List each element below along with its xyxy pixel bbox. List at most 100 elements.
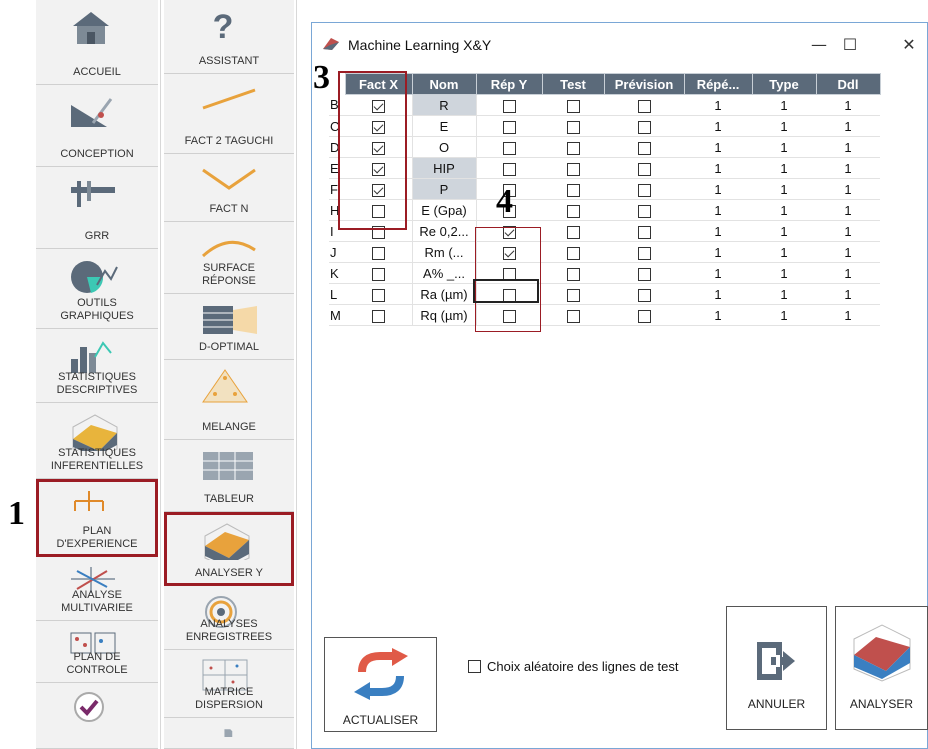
test-checkbox[interactable] [566,204,580,218]
repetition-cell[interactable]: 1 [684,178,752,200]
test-checkbox[interactable] [566,99,580,113]
rep-y-cell[interactable] [476,136,542,158]
column-header-test[interactable]: Test [541,73,605,95]
rep-y-checkbox[interactable] [502,162,516,176]
test-checkbox[interactable] [566,183,580,197]
prevision-cell[interactable] [604,241,684,263]
test-checkbox[interactable] [566,141,580,155]
rep-y-checkbox[interactable] [502,141,516,155]
fact-x-checkbox[interactable] [371,99,385,113]
actualiser-button[interactable]: ACTUALISER [324,637,437,732]
test-cell[interactable] [542,283,604,305]
fact-x-checkbox[interactable] [371,120,385,134]
nom-cell[interactable]: Rm (... [411,241,477,263]
rep-y-checkbox[interactable] [502,267,516,281]
prevision-cell[interactable] [604,115,684,137]
close-button[interactable]: ✕ [894,33,924,57]
ribbon-right-fact-n[interactable]: FACT N [164,154,294,222]
minimize-button[interactable]: — [804,33,834,57]
nom-cell[interactable]: P [411,178,477,200]
fact-x-cell[interactable] [345,136,412,158]
test-cell[interactable] [542,178,604,200]
fact-x-checkbox[interactable] [371,246,385,260]
nom-cell[interactable]: R [411,94,477,116]
test-cell[interactable] [542,199,604,221]
fact-x-checkbox[interactable] [371,288,385,302]
ddl-cell[interactable]: 1 [816,241,880,263]
rep-y-cell[interactable] [476,241,542,263]
ribbon-right-analyses-enregistrees[interactable]: ANALYSES ENREGISTREES [164,586,294,650]
prevision-cell[interactable] [604,220,684,242]
fact-x-cell[interactable] [345,115,412,137]
nom-cell[interactable]: A% _... [411,262,477,284]
test-cell[interactable] [542,220,604,242]
ribbon-right-d-optimal[interactable]: D-OPTIMAL [164,294,294,360]
column-header-fact-x[interactable]: Fact X [344,73,413,95]
type-cell[interactable]: 1 [752,94,816,116]
ribbon-left-conception[interactable]: CONCEPTION [36,85,158,167]
prevision-checkbox[interactable] [637,288,651,302]
test-checkbox[interactable] [566,120,580,134]
column-header-nom[interactable]: Nom [411,73,477,95]
ddl-cell[interactable]: 1 [816,199,880,221]
prevision-checkbox[interactable] [637,99,651,113]
ribbon-left-outils-graphiques[interactable]: OUTILS GRAPHIQUES [36,249,158,329]
ribbon-right-document-icon[interactable] [164,718,294,749]
fact-x-checkbox[interactable] [371,204,385,218]
fact-x-cell[interactable] [345,262,412,284]
column-header-rép-y[interactable]: Rép Y [475,73,543,95]
fact-x-cell[interactable] [345,220,412,242]
nom-cell[interactable]: HIP [411,157,477,179]
test-cell[interactable] [542,304,604,326]
prevision-cell[interactable] [604,157,684,179]
prevision-cell[interactable] [604,136,684,158]
ddl-cell[interactable]: 1 [816,304,880,326]
prevision-checkbox[interactable] [637,162,651,176]
repetition-cell[interactable]: 1 [684,94,752,116]
nom-cell[interactable]: Rq (µm) [411,304,477,326]
fact-x-checkbox[interactable] [371,267,385,281]
ddl-cell[interactable]: 1 [816,115,880,137]
ddl-cell[interactable]: 1 [816,94,880,116]
type-cell[interactable]: 1 [752,304,816,326]
test-cell[interactable] [542,94,604,116]
type-cell[interactable]: 1 [752,157,816,179]
fact-x-cell[interactable] [345,304,412,326]
ribbon-left-check-circle-icon[interactable] [36,683,158,749]
column-header-répé[interactable]: Répé... [683,73,753,95]
prevision-cell[interactable] [604,262,684,284]
ddl-cell[interactable]: 1 [816,178,880,200]
fact-x-cell[interactable] [345,283,412,305]
ddl-cell[interactable]: 1 [816,220,880,242]
prevision-cell[interactable] [604,94,684,116]
prevision-checkbox[interactable] [637,246,651,260]
analyser-button[interactable]: ANALYSER [835,606,928,730]
ribbon-right-assistant[interactable]: ? ASSISTANT [164,0,294,74]
ddl-cell[interactable]: 1 [816,262,880,284]
repetition-cell[interactable]: 1 [684,283,752,305]
ddl-cell[interactable]: 1 [816,283,880,305]
type-cell[interactable]: 1 [752,136,816,158]
prevision-checkbox[interactable] [637,225,651,239]
nom-cell[interactable]: E (Gpa) [411,199,477,221]
rep-y-checkbox[interactable] [502,225,516,239]
nom-cell[interactable]: Re 0,2... [411,220,477,242]
ribbon-right-matrice-dispersion[interactable]: MATRICE DISPERSION [164,650,294,718]
fact-x-cell[interactable] [345,94,412,116]
nom-cell[interactable]: Ra (µm) [411,283,477,305]
ribbon-right-surface-r-ponse[interactable]: SURFACE RÉPONSE [164,222,294,294]
maximize-button[interactable]: ☐ [835,33,865,57]
test-checkbox[interactable] [566,225,580,239]
prevision-cell[interactable] [604,199,684,221]
test-cell[interactable] [542,136,604,158]
random-test-option[interactable]: Choix aléatoire des lignes de test [468,659,679,674]
repetition-cell[interactable]: 1 [684,199,752,221]
ribbon-right-fact-2-taguchi[interactable]: FACT 2 TAGUCHI [164,74,294,154]
repetition-cell[interactable]: 1 [684,262,752,284]
ribbon-right-tableur[interactable]: TABLEUR [164,440,294,512]
test-cell[interactable] [542,157,604,179]
rep-y-checkbox[interactable] [502,246,516,260]
column-header-prévision[interactable]: Prévision [603,73,685,95]
fact-x-cell[interactable] [345,178,412,200]
fact-x-checkbox[interactable] [371,225,385,239]
